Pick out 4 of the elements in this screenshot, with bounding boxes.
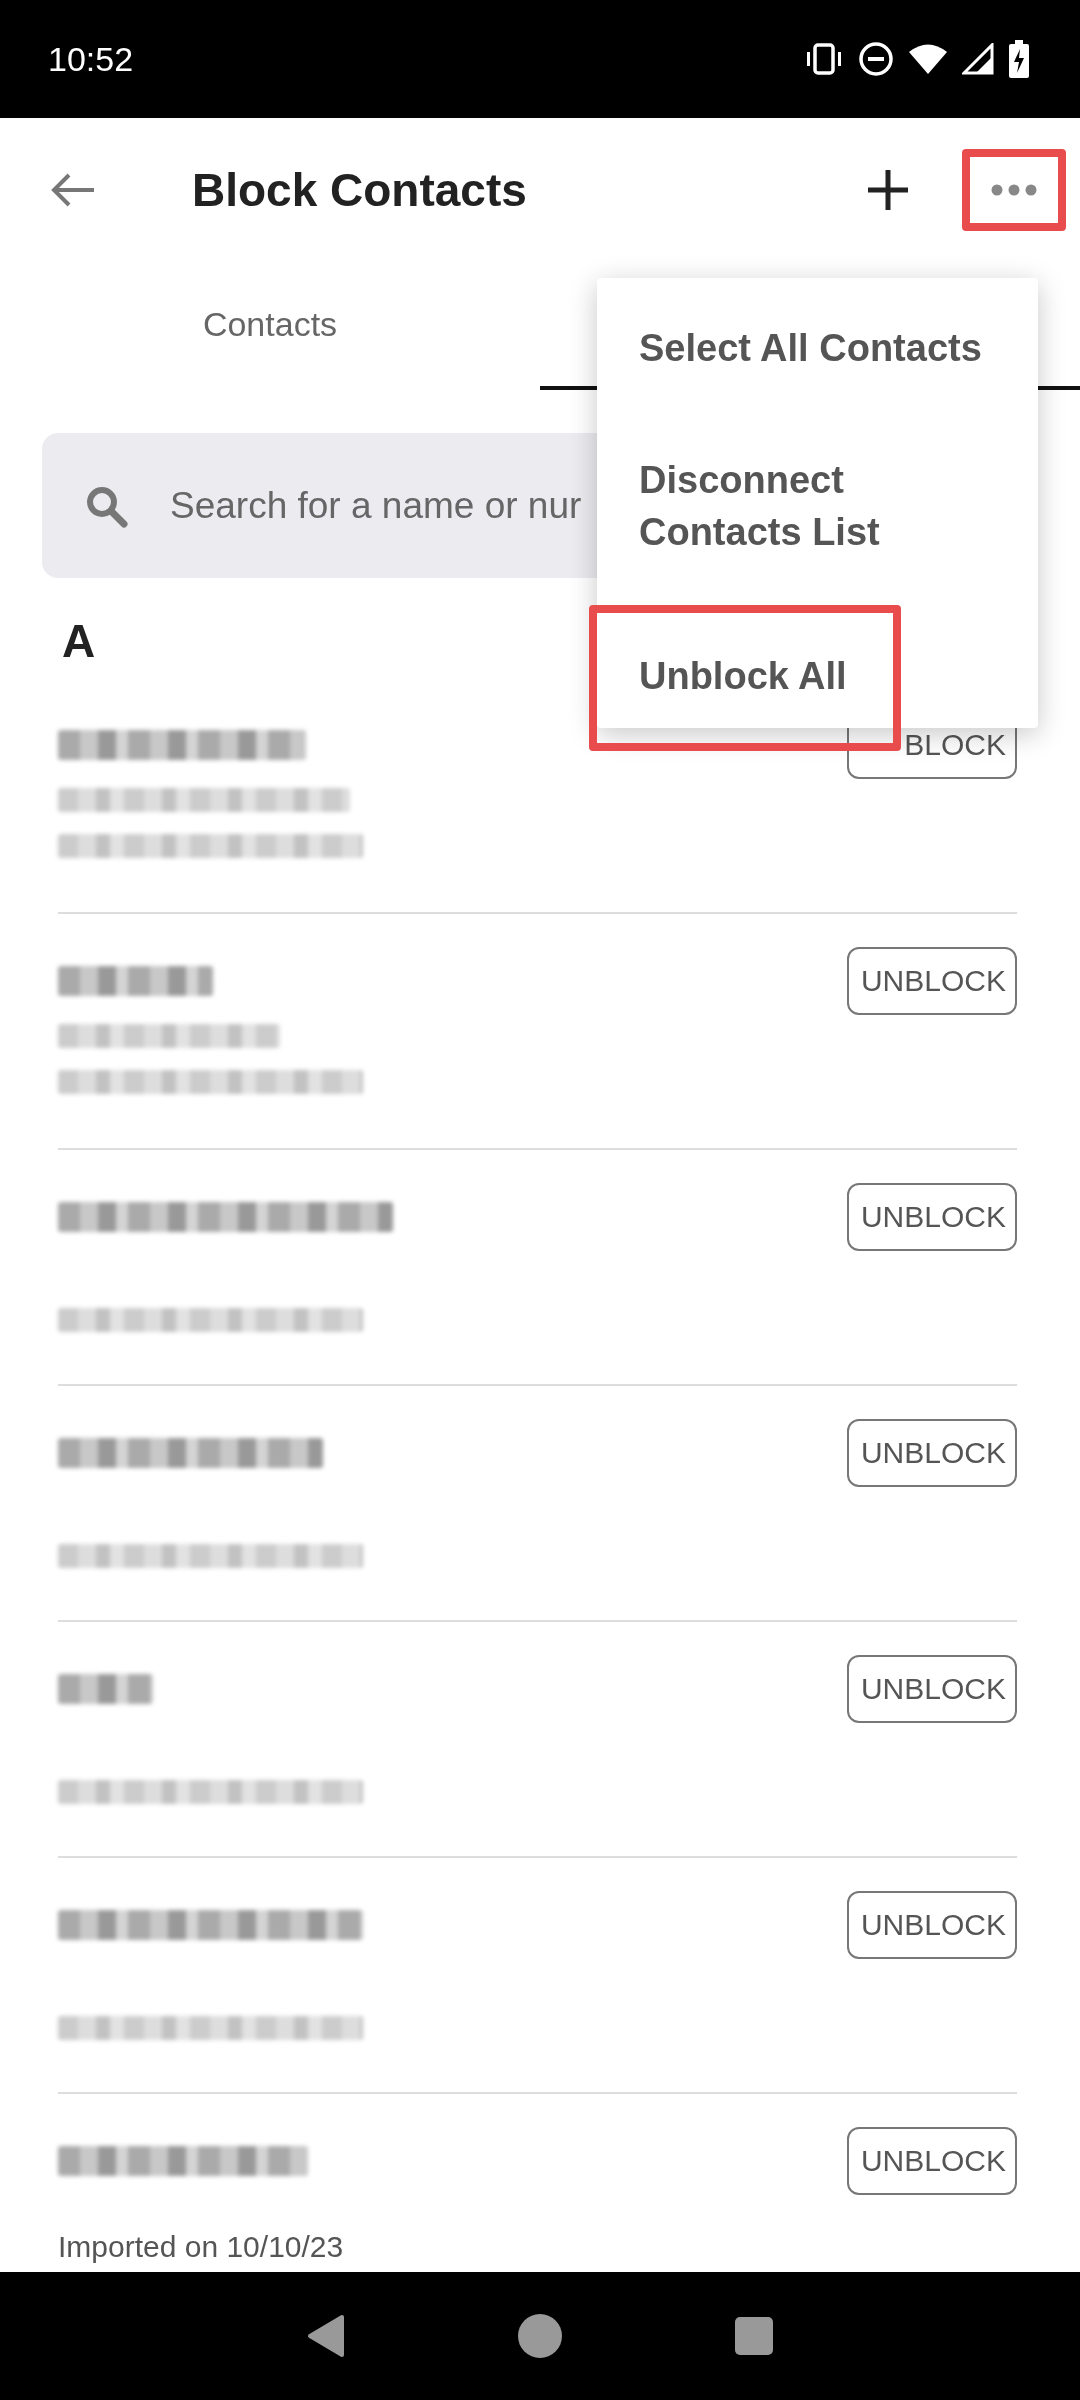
section-letter: A: [61, 614, 97, 669]
import-date: Imported on 10/10/23: [58, 2230, 344, 2264]
status-time: 10:52: [48, 39, 134, 79]
page-title: Block Contacts: [192, 163, 528, 217]
